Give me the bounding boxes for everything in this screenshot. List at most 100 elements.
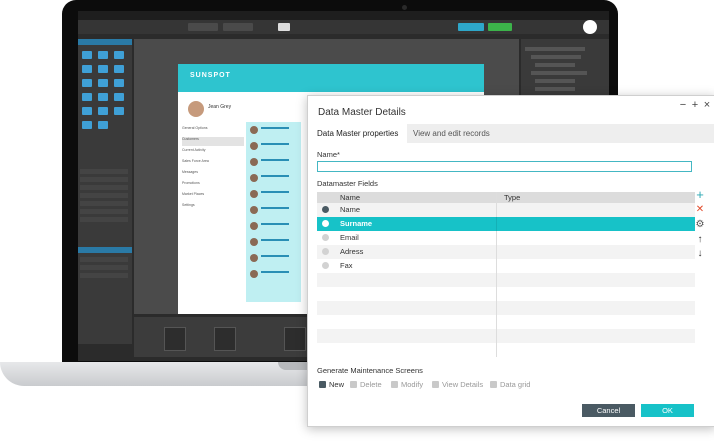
list-item[interactable]	[248, 220, 298, 234]
minimize-icon[interactable]: −	[678, 99, 688, 111]
name-field[interactable]	[317, 161, 692, 172]
prototype-nav-item[interactable]: Current Activity	[182, 148, 244, 157]
tab-data-master-properties[interactable]: Data Master properties	[308, 124, 408, 143]
close-icon[interactable]: ✕	[694, 204, 706, 216]
widget-icon[interactable]	[82, 51, 92, 59]
list-item[interactable]	[248, 236, 298, 250]
panel-row[interactable]	[80, 177, 128, 182]
widget-icon[interactable]	[98, 107, 108, 115]
arrow-up-icon[interactable]: ↑	[694, 234, 706, 246]
field-name: Email	[340, 233, 359, 242]
panel-header	[78, 39, 132, 45]
prototype-nav-item[interactable]: Sales Force Area	[182, 159, 244, 168]
event-node[interactable]	[284, 327, 306, 351]
widget-icon[interactable]	[114, 93, 124, 101]
toolbar-button[interactable]	[223, 23, 253, 31]
widget-icon[interactable]	[98, 51, 108, 59]
checkbox-new[interactable]	[319, 381, 326, 388]
list-item[interactable]	[248, 204, 298, 218]
list-item[interactable]	[248, 140, 298, 154]
list-item[interactable]	[248, 124, 298, 138]
widget-icon[interactable]	[114, 107, 124, 115]
empty-row	[317, 343, 695, 357]
panel-row[interactable]	[80, 185, 128, 190]
row-radio[interactable]	[322, 234, 329, 241]
panel-row[interactable]	[80, 209, 128, 214]
panel-row[interactable]	[80, 265, 128, 270]
table-row[interactable]: Fax	[317, 259, 695, 273]
toolbar-button[interactable]	[458, 23, 484, 31]
profile-name: Jean Grey	[208, 104, 232, 110]
checkbox-delete[interactable]	[350, 381, 357, 388]
tab-view-and-edit-records[interactable]: View and edit records	[404, 124, 499, 143]
maximize-icon[interactable]: +	[690, 99, 700, 111]
list-item[interactable]	[248, 156, 298, 170]
row-radio[interactable]	[322, 248, 329, 255]
tree-item[interactable]	[535, 79, 575, 83]
widget-icon[interactable]	[82, 65, 92, 73]
panel-row[interactable]	[80, 257, 128, 262]
list-item[interactable]	[248, 268, 298, 282]
panel-row[interactable]	[80, 193, 128, 198]
field-name: Surname	[340, 219, 373, 228]
panel-row[interactable]	[80, 201, 128, 206]
list-item[interactable]	[248, 188, 298, 202]
panel-row[interactable]	[80, 217, 128, 222]
ok-button[interactable]: OK	[641, 404, 694, 417]
table-row[interactable]: Email	[317, 231, 695, 245]
table-row[interactable]: Name	[317, 203, 695, 217]
panel-row[interactable]	[80, 273, 128, 278]
tree-item[interactable]	[535, 63, 575, 67]
event-node[interactable]	[214, 327, 236, 351]
widget-icon[interactable]	[114, 51, 124, 59]
table-row[interactable]: Adress	[317, 245, 695, 259]
widget-icon[interactable]	[114, 79, 124, 87]
list-item[interactable]	[248, 172, 298, 186]
prototype-nav-item[interactable]: General Options	[182, 126, 244, 135]
generate-label: Generate Maintenance Screens	[317, 366, 423, 375]
prototype-nav-item[interactable]: Customers	[182, 137, 244, 146]
arrow-down-icon[interactable]: ↓	[694, 248, 706, 260]
widget-icon[interactable]	[114, 65, 124, 73]
field-name: Fax	[340, 261, 353, 270]
row-radio[interactable]	[322, 220, 329, 227]
table-row[interactable]: Surname	[317, 217, 695, 231]
widget-icon[interactable]	[98, 79, 108, 87]
gear-icon[interactable]: ⚙	[694, 219, 706, 231]
widget-icon[interactable]	[82, 107, 92, 115]
list-item[interactable]	[248, 252, 298, 266]
widget-icon[interactable]	[98, 121, 108, 129]
prototype-logo: SUNSPOT	[190, 72, 231, 79]
row-radio[interactable]	[322, 206, 329, 213]
tree-item[interactable]	[535, 87, 575, 91]
column-header-name[interactable]: Name	[340, 193, 360, 202]
toolbar-button[interactable]	[188, 23, 218, 31]
dialog-title: Data Master Details	[318, 107, 406, 118]
checkbox-view-details[interactable]	[432, 381, 439, 388]
widget-icon[interactable]	[98, 93, 108, 101]
prototype-nav-item[interactable]: Settings	[182, 203, 244, 212]
row-radio[interactable]	[322, 262, 329, 269]
checkbox-data-grid[interactable]	[490, 381, 497, 388]
checkbox-modify[interactable]	[391, 381, 398, 388]
tree-item[interactable]	[531, 55, 581, 59]
widget-icon[interactable]	[82, 121, 92, 129]
empty-row	[317, 287, 695, 301]
cancel-button[interactable]: Cancel	[582, 404, 635, 417]
plus-icon[interactable]: +	[694, 188, 706, 201]
tree-item[interactable]	[525, 47, 585, 51]
event-node[interactable]	[164, 327, 186, 351]
widget-icon[interactable]	[82, 93, 92, 101]
option-view-details-label: View Details	[442, 380, 484, 389]
panel-row[interactable]	[80, 169, 128, 174]
tree-item[interactable]	[531, 71, 587, 75]
widget-icon[interactable]	[98, 65, 108, 73]
close-icon[interactable]: ×	[702, 99, 712, 111]
prototype-nav-item[interactable]: Promotions	[182, 181, 244, 190]
column-header-type[interactable]: Type	[504, 193, 520, 202]
prototype-nav-item[interactable]: Market Places	[182, 192, 244, 201]
toolbar-button[interactable]	[488, 23, 512, 31]
widget-icon[interactable]	[82, 79, 92, 87]
toolbar-button[interactable]	[278, 23, 290, 31]
prototype-nav-item[interactable]: Messages	[182, 170, 244, 179]
